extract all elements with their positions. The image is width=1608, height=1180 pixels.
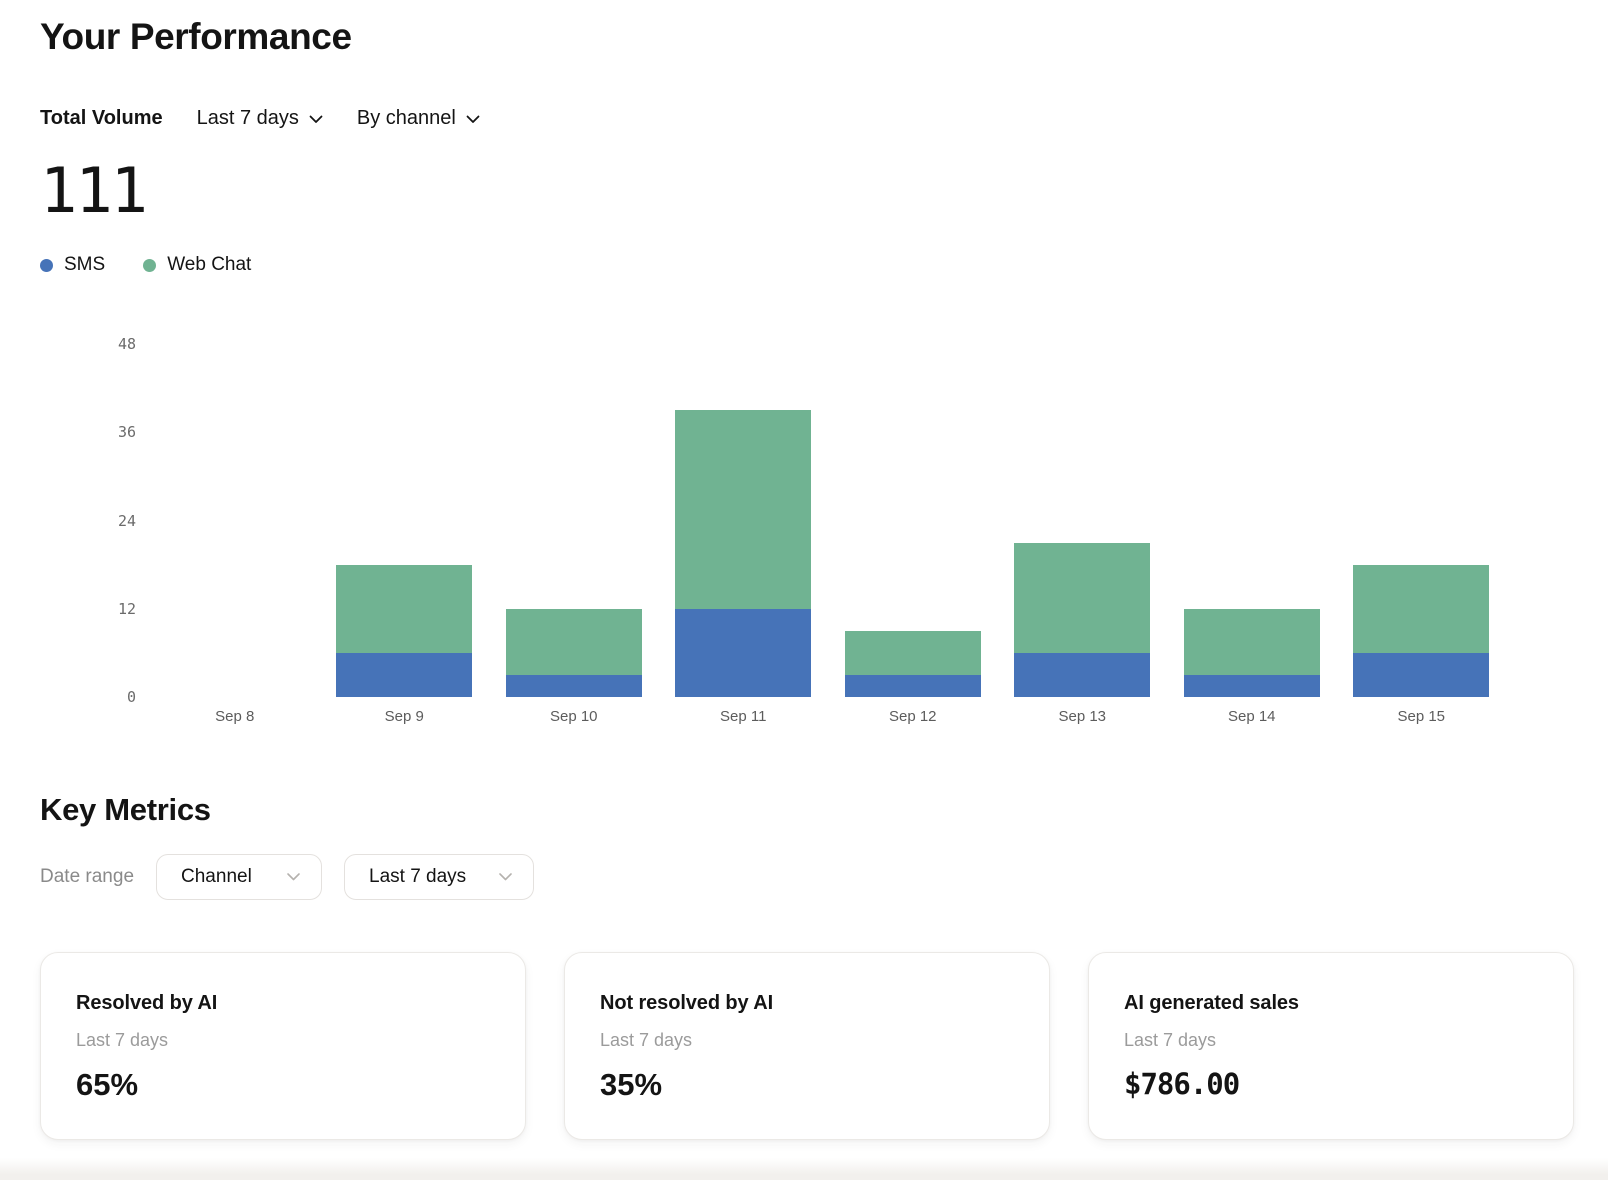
bar-segment-web-chat[interactable]: [336, 565, 472, 653]
bar-segment-sms[interactable]: [336, 653, 472, 697]
bar-stack[interactable]: [1353, 565, 1489, 697]
volume-controls-row: Total Volume Last 7 days By channel: [40, 105, 1574, 131]
chart-slot-sep-15: Sep 15: [1337, 344, 1507, 697]
bar-stack[interactable]: [336, 565, 472, 697]
date-range-filter-value: Last 7 days: [369, 866, 466, 888]
metric-cards-row: Resolved by AI Last 7 days 65% Not resol…: [40, 952, 1574, 1140]
x-axis-label: Sep 12: [828, 708, 998, 725]
channel-dropdown-label: By channel: [357, 105, 456, 131]
bar-stack[interactable]: [1184, 609, 1320, 697]
bar-segment-web-chat[interactable]: [845, 631, 981, 675]
x-axis-label: Sep 9: [320, 708, 490, 725]
web-chat-dot-icon: [143, 259, 156, 272]
bar-segment-web-chat[interactable]: [1014, 543, 1150, 653]
x-axis-label: Sep 14: [1167, 708, 1337, 725]
card-title: Resolved by AI: [76, 992, 489, 1015]
date-range-label: Date range: [40, 866, 134, 888]
page-title: Your Performance: [40, 14, 1574, 60]
chart-slot-sep-12: Sep 12: [828, 344, 998, 697]
chart-slot-sep-8: Sep 8: [150, 344, 320, 697]
legend-label-sms: SMS: [64, 254, 105, 276]
chevron-down-icon: [466, 115, 480, 124]
chart-slot-sep-11: Sep 11: [659, 344, 829, 697]
key-metrics-filters: Date range Channel Last 7 days: [40, 854, 1574, 900]
card-subtitle: Last 7 days: [76, 1030, 489, 1051]
chart-slot-sep-10: Sep 10: [489, 344, 659, 697]
x-axis-label: Sep 10: [489, 708, 659, 725]
card-not-resolved-by-ai: Not resolved by AI Last 7 days 35%: [564, 952, 1050, 1140]
date-range-filter-select[interactable]: Last 7 days: [344, 854, 534, 900]
card-value: 65%: [76, 1067, 489, 1103]
y-axis-label: 48: [118, 335, 136, 353]
channel-filter-select[interactable]: Channel: [156, 854, 322, 900]
bar-segment-web-chat[interactable]: [675, 410, 811, 609]
channel-filter-value: Channel: [181, 866, 252, 888]
card-subtitle: Last 7 days: [1124, 1030, 1537, 1051]
card-ai-generated-sales: AI generated sales Last 7 days $786.00: [1088, 952, 1574, 1140]
date-range-dropdown[interactable]: Last 7 days: [197, 105, 323, 131]
bar-stack[interactable]: [1014, 543, 1150, 697]
bar-segment-sms[interactable]: [506, 675, 642, 697]
y-axis: 012243648: [40, 344, 150, 697]
chart-plot: Sep 8Sep 9Sep 10Sep 11Sep 12Sep 13Sep 14…: [150, 344, 1506, 697]
y-axis-label: 0: [127, 688, 136, 706]
bar-segment-sms[interactable]: [1353, 653, 1489, 697]
bar-stack[interactable]: [845, 631, 981, 697]
card-value: $786.00: [1124, 1067, 1537, 1101]
legend-item-sms[interactable]: SMS: [40, 254, 105, 276]
chevron-down-icon: [498, 872, 513, 882]
chevron-down-icon: [286, 872, 301, 882]
total-volume-value: 111: [40, 158, 1574, 224]
total-volume-label: Total Volume: [40, 105, 163, 131]
sms-dot-icon: [40, 259, 53, 272]
bar-segment-sms[interactable]: [1184, 675, 1320, 697]
legend-label-web-chat: Web Chat: [167, 254, 251, 276]
channel-dropdown[interactable]: By channel: [357, 105, 480, 131]
y-axis-label: 24: [118, 512, 136, 530]
card-resolved-by-ai: Resolved by AI Last 7 days 65%: [40, 952, 526, 1140]
bar-segment-web-chat[interactable]: [1184, 609, 1320, 675]
card-title: AI generated sales: [1124, 992, 1537, 1015]
bottom-section-divider: [0, 1158, 1608, 1180]
card-value: 35%: [600, 1067, 1013, 1103]
bar-segment-web-chat[interactable]: [506, 609, 642, 675]
chart-slot-sep-13: Sep 13: [998, 344, 1168, 697]
chart-slot-sep-9: Sep 9: [320, 344, 490, 697]
date-range-dropdown-label: Last 7 days: [197, 105, 299, 131]
bar-segment-sms[interactable]: [845, 675, 981, 697]
key-metrics-title: Key Metrics: [40, 791, 1574, 829]
card-subtitle: Last 7 days: [600, 1030, 1013, 1051]
card-title: Not resolved by AI: [600, 992, 1013, 1015]
y-axis-label: 36: [118, 423, 136, 441]
x-axis-label: Sep 13: [998, 708, 1168, 725]
y-axis-label: 12: [118, 600, 136, 618]
chart-legend: SMS Web Chat: [40, 254, 1574, 276]
legend-item-web-chat[interactable]: Web Chat: [143, 254, 251, 276]
bar-stack[interactable]: [506, 609, 642, 697]
bar-segment-web-chat[interactable]: [1353, 565, 1489, 653]
performance-page: Your Performance Total Volume Last 7 day…: [0, 14, 1608, 1140]
x-axis-label: Sep 11: [659, 708, 829, 725]
bar-segment-sms[interactable]: [675, 609, 811, 697]
x-axis-label: Sep 15: [1337, 708, 1507, 725]
x-axis-label: Sep 8: [150, 708, 320, 725]
volume-chart: 012243648 Sep 8Sep 9Sep 10Sep 11Sep 12Se…: [40, 344, 1574, 697]
bar-segment-sms[interactable]: [1014, 653, 1150, 697]
chart-slot-sep-14: Sep 14: [1167, 344, 1337, 697]
bar-stack[interactable]: [675, 410, 811, 697]
chevron-down-icon: [309, 115, 323, 124]
